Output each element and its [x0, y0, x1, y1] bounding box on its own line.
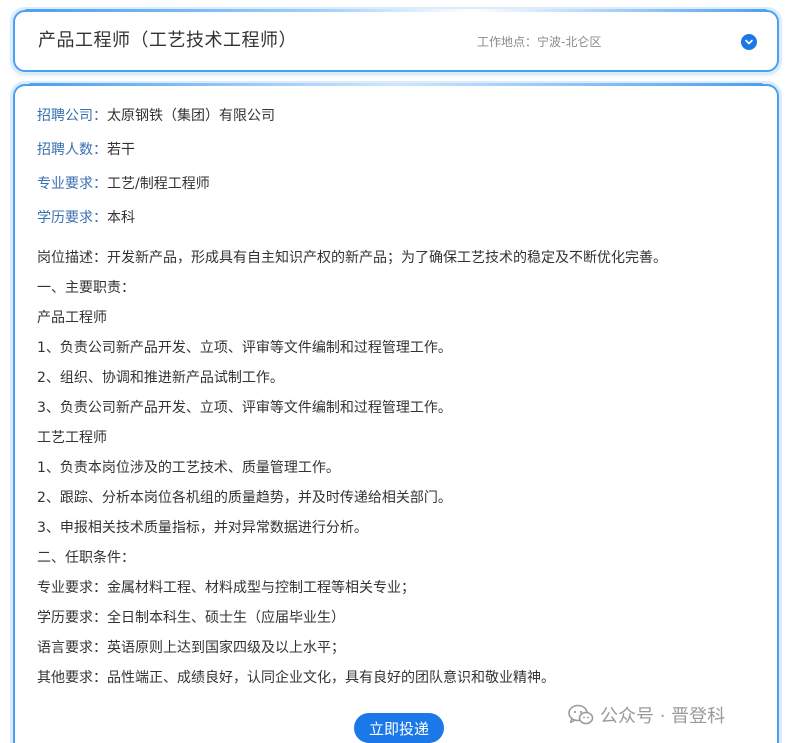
- chevron-down-icon[interactable]: [741, 34, 757, 50]
- major-value: 工艺/制程工程师: [107, 176, 210, 192]
- description-line: 2、组织、协调和推进新产品试制工作。: [37, 370, 284, 386]
- description-line: 3、申报相关技术质量指标，并对异常数据进行分析。: [37, 520, 368, 536]
- description-line: 其他要求：品性端正、成绩良好，认同企业文化，具有良好的团队意识和敬业精神。: [37, 670, 555, 686]
- headcount-label: 招聘人数：: [37, 142, 107, 158]
- job-title: 产品工程师（工艺技术工程师）: [38, 30, 297, 51]
- description-line: 1、负责公司新产品开发、立项、评审等文件编制和过程管理工作。: [37, 340, 452, 356]
- description-line: 学历要求：全日制本科生、硕士生（应届毕业生）: [37, 610, 345, 626]
- watermark-text: 公众号 · 晋登科: [600, 706, 726, 727]
- apply-button[interactable]: 立即投递: [354, 713, 444, 743]
- headcount-value: 若干: [107, 142, 135, 158]
- job-detail-page: 产品工程师（工艺技术工程师） 工作地点：宁波-北仑区 招聘公司：太原钢铁（集团）…: [0, 0, 788, 743]
- description-line: 岗位描述：开发新产品，形成具有自主知识产权的新产品；为了确保工艺技术的稳定及不断…: [37, 250, 667, 266]
- job-location: 工作地点：宁波-北仑区: [477, 35, 602, 49]
- job-header-card[interactable]: 产品工程师（工艺技术工程师） 工作地点：宁波-北仑区: [13, 9, 779, 72]
- wechat-icon: [568, 704, 594, 725]
- education-label: 学历要求：: [37, 210, 107, 226]
- description-line: 语言要求：英语原则上达到国家四级及以上水平；: [37, 640, 345, 656]
- company-row: 招聘公司：太原钢铁（集团）有限公司: [37, 105, 275, 125]
- major-label: 专业要求：: [37, 176, 107, 192]
- watermark: 公众号 · 晋登科: [568, 702, 725, 728]
- description-line: 工艺工程师: [37, 430, 107, 446]
- company-value: 太原钢铁（集团）有限公司: [107, 108, 275, 124]
- major-row: 专业要求：工艺/制程工程师: [37, 173, 210, 193]
- description-line: 产品工程师: [37, 310, 107, 326]
- company-label: 招聘公司：: [37, 108, 107, 124]
- description-line: 二、任职条件：: [37, 550, 135, 566]
- job-detail-card: 招聘公司：太原钢铁（集团）有限公司 招聘人数：若干 专业要求：工艺/制程工程师 …: [13, 83, 779, 743]
- education-row: 学历要求：本科: [37, 207, 135, 227]
- education-value: 本科: [107, 210, 135, 226]
- description-line: 1、负责本岗位涉及的工艺技术、质量管理工作。: [37, 460, 340, 476]
- headcount-row: 招聘人数：若干: [37, 139, 135, 159]
- description-line: 专业要求：金属材料工程、材料成型与控制工程等相关专业；: [37, 580, 415, 596]
- description-line: 一、主要职责：: [37, 280, 135, 296]
- description-line: 2、跟踪、分析本岗位各机组的质量趋势，并及时传递给相关部门。: [37, 490, 452, 506]
- description-line: 3、负责公司新产品开发、立项、评审等文件编制和过程管理工作。: [37, 400, 452, 416]
